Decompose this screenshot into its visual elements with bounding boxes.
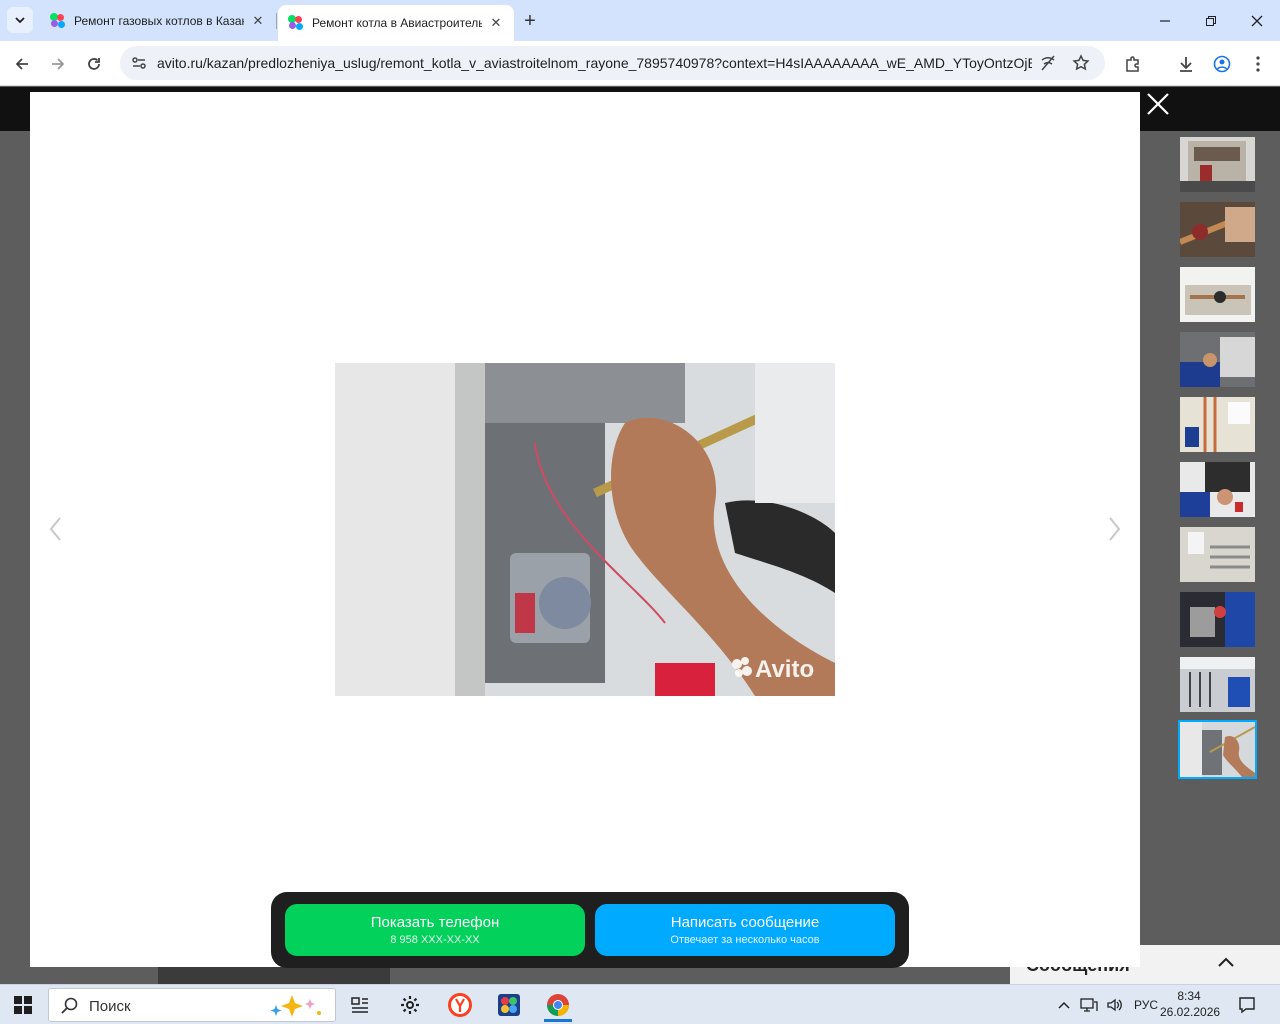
address-bar[interactable]: avito.ru/kazan/predlozheniya_uslug/remon… [120,46,1105,80]
browser-toolbar: avito.ru/kazan/predlozheniya_uslug/remon… [0,41,1280,86]
restore-button[interactable] [1188,0,1234,41]
boiler-repair-photo [335,363,835,696]
settings-app[interactable] [390,988,430,1022]
photo-thumbnail[interactable] [1180,267,1255,322]
tab-active[interactable]: Ремонт котла в Авиастроительном районе ✕ [278,5,514,41]
tracking-protection-icon[interactable] [1039,54,1057,72]
photo-thumbnail[interactable] [1180,397,1255,452]
profile-button[interactable] [1207,49,1237,79]
photo-thumbnail[interactable] [1180,527,1255,582]
tab-title: Ремонт газовых котлов в Казани [74,13,244,28]
minimize-button[interactable] [1142,0,1188,41]
chevron-down-icon [15,17,25,24]
profile-avatar-icon [1213,55,1231,73]
kebab-menu-icon [1256,56,1260,72]
site-settings-icon[interactable] [130,54,148,72]
photo-thumbnail[interactable] [1180,332,1255,387]
close-icon [1251,15,1263,26]
tab-separator [276,13,277,29]
next-photo-arrow-icon[interactable] [1102,512,1126,546]
reload-button[interactable] [79,49,109,79]
yandex-browser-app[interactable] [440,988,480,1022]
clock-time: 8:34 [1177,989,1201,1003]
task-view-icon [351,997,368,1013]
chrome-app[interactable] [538,988,578,1022]
photo-thumbnail[interactable] [1180,202,1255,257]
taskbar-search-box[interactable]: Поиск [48,988,336,1022]
photo-thumbnail[interactable] [1180,462,1255,517]
tab-close-icon[interactable]: ✕ [488,15,504,31]
phone-number-masked: 8 958 XXX-XX-XX [390,934,480,946]
extensions-button[interactable] [1118,49,1148,79]
search-placeholder: Поиск [89,998,131,1015]
reload-icon [88,58,100,70]
tab-search-button[interactable] [7,7,33,33]
page-thumbnails-dimmed [158,966,390,984]
volume-icon[interactable] [1106,997,1124,1013]
puzzle-icon [1126,56,1139,72]
response-time-note: Отвечает за несколько часов [670,934,820,946]
photo-thumbnail[interactable] [1180,592,1255,647]
show-phone-button[interactable]: Показать телефон 8 958 XXX-XX-XX [285,904,585,956]
arrow-left-icon [15,58,28,70]
chrome-icon [547,994,569,1016]
copilot-sparkle-icon [270,995,321,1017]
avito-favicon-icon [50,12,66,29]
main-photo: Avito [335,363,835,696]
photo-thumbnail[interactable] [1180,137,1255,192]
windows-start-icon[interactable] [14,996,32,1014]
notifications-icon[interactable] [1238,996,1256,1014]
chrome-menu-button[interactable] [1243,49,1273,79]
search-icon [61,997,78,1014]
tab-close-icon[interactable]: ✕ [250,13,266,29]
contact-bar: Показать телефон 8 958 XXX-XX-XX Написат… [271,892,909,968]
task-view-button[interactable] [340,988,380,1022]
photo-thumbnail[interactable] [1180,657,1255,712]
yandex-browser-icon [448,993,472,1017]
bookmark-star-icon[interactable] [1072,54,1090,72]
show-phone-label: Показать телефон [370,914,500,931]
network-icon[interactable] [1080,997,1098,1013]
tab-title: Ремонт котла в Авиастроительном районе [312,16,482,30]
tab-inactive[interactable]: Ремонт газовых котлов в Казани ✕ [40,5,276,36]
write-message-label: Написать сообщение [670,914,820,931]
chevron-up-icon[interactable] [1056,997,1072,1013]
new-tab-button[interactable]: + [518,9,542,33]
write-message-button[interactable]: Написать сообщение Отвечает за несколько… [595,904,895,956]
input-language-indicator[interactable]: РУС [1134,998,1158,1012]
download-icon [1180,57,1192,72]
restore-icon [1206,15,1216,26]
chevron-up-icon[interactable] [1216,953,1236,973]
system-tray: РУС [1056,985,1158,1024]
photos-app[interactable] [489,988,529,1022]
previous-photo-arrow-icon[interactable] [44,512,68,546]
forward-button[interactable] [43,49,73,79]
arrow-right-icon [52,58,65,70]
close-window-button[interactable] [1234,0,1280,41]
downloads-button[interactable] [1171,49,1201,79]
back-button[interactable] [7,49,37,79]
avito-favicon-icon [288,15,304,31]
clock-date: 26.02.2026 [1160,1005,1221,1019]
tab-strip: Ремонт газовых котлов в Казани ✕ Ремонт … [0,0,1280,41]
windows-taskbar: Поиск РУС 8:34 26.02.2026 [0,984,1280,1024]
taskbar-clock[interactable]: 8:34 26.02.2026 [1160,988,1221,1020]
url-text[interactable]: avito.ru/kazan/predlozheniya_uslug/remon… [157,55,1032,71]
close-viewer-icon[interactable] [1146,92,1170,116]
photos-app-icon [498,994,520,1016]
minimize-icon [1160,19,1170,22]
photo-viewer: Avito [30,92,1140,967]
gear-icon [401,996,419,1014]
avito-watermark: Avito [755,656,815,683]
photo-thumbnail-active[interactable] [1178,720,1257,779]
